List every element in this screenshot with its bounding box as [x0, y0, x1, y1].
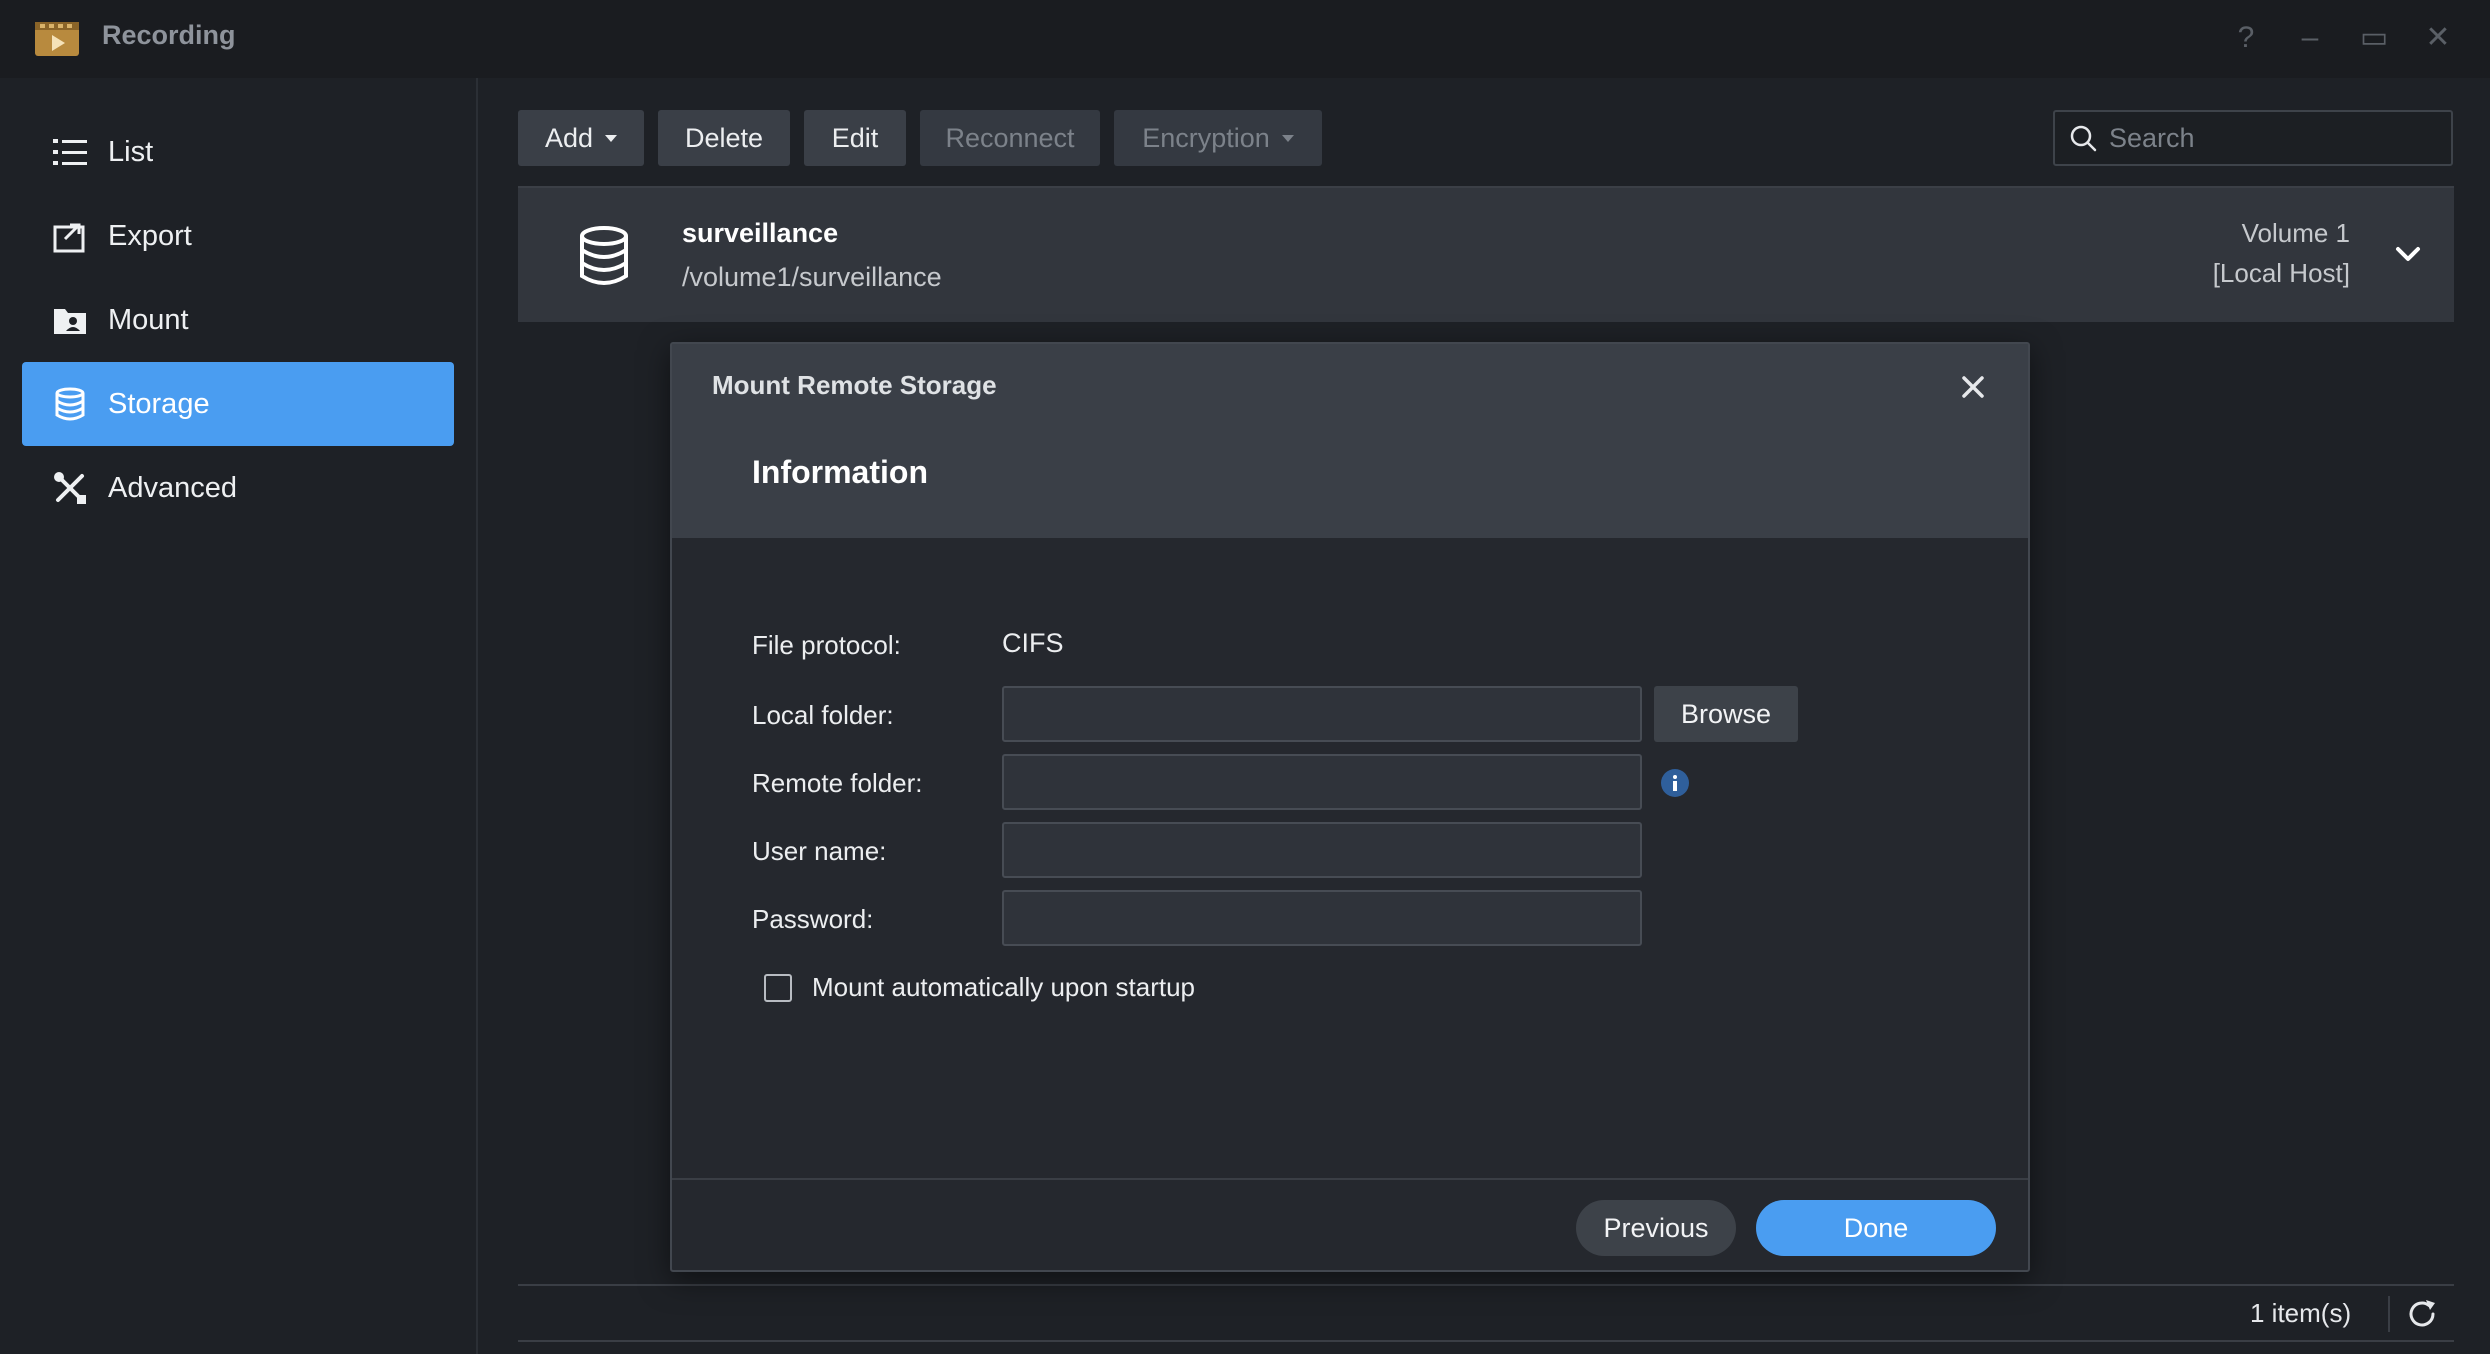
add-button[interactable]: Add [518, 110, 644, 166]
mount-icon [52, 302, 88, 338]
username-input[interactable] [1002, 822, 1642, 878]
username-label: User name: [752, 836, 887, 866]
protocol-value: CIFS [1002, 628, 1064, 658]
footer-divider [518, 1284, 2454, 1286]
reconnect-button[interactable]: Reconnect [920, 110, 1100, 166]
sidebar-item-label: Export [108, 219, 192, 252]
chevron-down-icon [1281, 134, 1294, 142]
add-button-label: Add [544, 122, 594, 153]
close-window-icon[interactable]: ✕ [2418, 18, 2458, 58]
chevron-down-icon [605, 134, 618, 142]
sidebar-item-export[interactable]: Export [22, 194, 454, 278]
storage-name: surveillance [682, 218, 839, 248]
sidebar-item-advanced[interactable]: Advanced [22, 446, 454, 530]
local-folder-input[interactable] [1002, 686, 1642, 742]
sidebar: List Export Mount Storage Advanced [0, 78, 478, 1354]
storage-icon [52, 386, 88, 422]
advanced-tools-icon [52, 470, 88, 506]
search-icon [2070, 125, 2097, 152]
sidebar-item-label: Advanced [108, 471, 237, 504]
help-icon[interactable]: ? [2226, 18, 2266, 58]
remote-folder-label: Remote folder: [752, 768, 923, 798]
section-title: Information [752, 454, 928, 490]
remote-folder-input[interactable] [1002, 754, 1642, 810]
maximize-icon[interactable]: ▭ [2354, 18, 2394, 58]
info-icon[interactable] [1660, 768, 1690, 798]
minimize-icon[interactable]: – [2290, 18, 2330, 58]
mount-remote-storage-dialog: Mount Remote Storage Information File pr… [670, 342, 2030, 1272]
title-bar: Recording ? – ▭ ✕ [0, 0, 2490, 78]
edit-button[interactable]: Edit [804, 110, 906, 166]
password-label: Password: [752, 904, 874, 934]
app-title: Recording [102, 20, 236, 50]
sidebar-item-label: List [108, 135, 154, 168]
item-count: 1 item(s) [2250, 1298, 2352, 1328]
previous-button[interactable]: Previous [1576, 1200, 1736, 1256]
storage-icon [580, 226, 628, 285]
sidebar-item-label: Mount [108, 303, 189, 336]
close-icon[interactable] [1958, 372, 1988, 402]
list-item[interactable]: surveillance /volume1/surveillance Volum… [518, 186, 2454, 322]
recording-app-icon [35, 22, 79, 56]
dialog-footer-divider [672, 1178, 2028, 1180]
export-icon [52, 218, 88, 254]
chevron-down-icon[interactable] [2390, 236, 2426, 272]
search-input[interactable] [2109, 122, 2439, 154]
done-button[interactable]: Done [1756, 1200, 1996, 1256]
browse-button[interactable]: Browse [1654, 686, 1798, 742]
delete-button[interactable]: Delete [658, 110, 790, 166]
encryption-button[interactable]: Encryption [1114, 110, 1322, 166]
sidebar-item-label: Storage [108, 387, 210, 420]
encryption-button-label: Encryption [1142, 122, 1270, 153]
refresh-icon[interactable] [2404, 1296, 2440, 1332]
sidebar-item-mount[interactable]: Mount [22, 278, 454, 362]
sidebar-item-storage[interactable]: Storage [22, 362, 454, 446]
search-box[interactable] [2053, 110, 2453, 166]
sidebar-item-list[interactable]: List [22, 110, 454, 194]
dialog-header: Mount Remote Storage Information [672, 344, 2028, 538]
storage-host: [Local Host] [2212, 258, 2350, 288]
footer-divider [518, 1340, 2454, 1342]
auto-mount-label[interactable]: Mount automatically upon startup [812, 972, 1195, 1003]
storage-path: /volume1/surveillance [682, 262, 942, 292]
footer-separator [2388, 1296, 2390, 1332]
auto-mount-checkbox[interactable] [764, 974, 792, 1002]
protocol-label: File protocol: [752, 630, 901, 660]
storage-volume: Volume 1 [2241, 218, 2350, 248]
dialog-title: Mount Remote Storage [712, 370, 997, 400]
list-icon [52, 134, 88, 170]
password-input[interactable] [1002, 890, 1642, 946]
local-folder-label: Local folder: [752, 700, 894, 730]
